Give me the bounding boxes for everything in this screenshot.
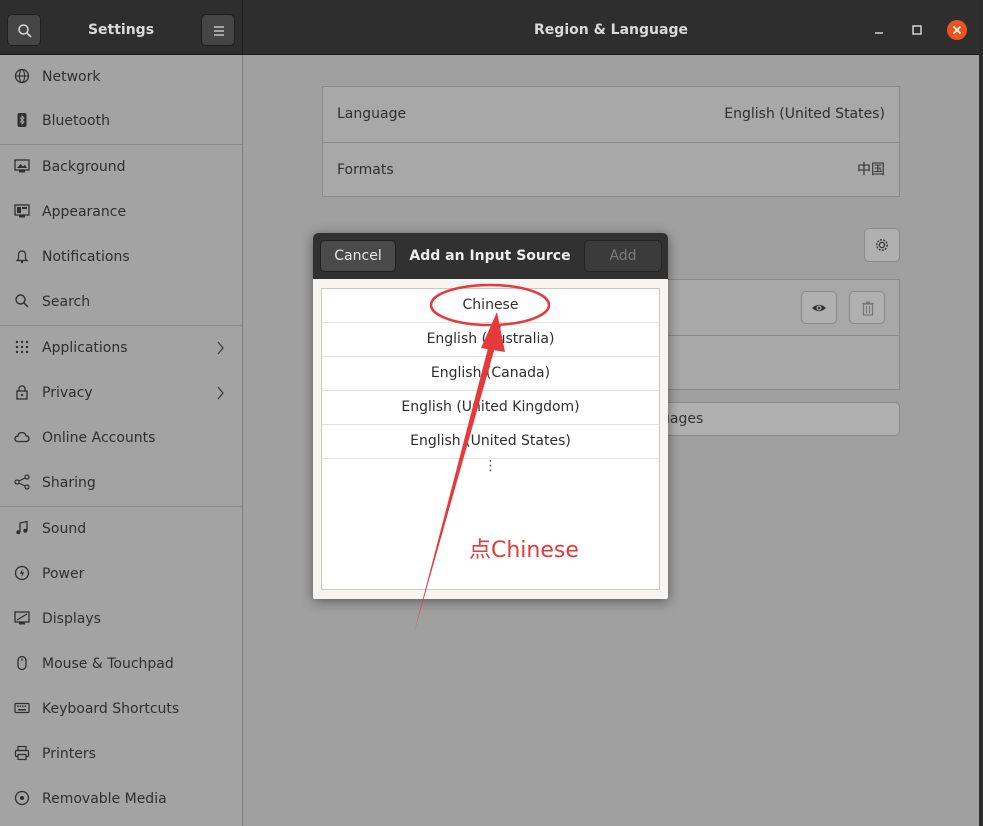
sidebar-item-appearance[interactable]: Appearance — [0, 190, 242, 234]
gear-icon — [876, 239, 888, 251]
sidebar: Network Bluetooth Background Appearance … — [0, 55, 243, 826]
remove-input-source-button[interactable] — [849, 291, 885, 324]
maximize-icon[interactable] — [909, 22, 925, 38]
sidebar-item-label: Appearance — [42, 204, 127, 220]
menu-icon — [214, 26, 224, 36]
network-icon — [14, 68, 30, 84]
sidebar-item-mouse-touchpad[interactable]: Mouse & Touchpad — [0, 642, 242, 686]
add-button[interactable]: Add — [584, 240, 662, 272]
eye-icon — [812, 304, 826, 312]
removable-media-icon — [14, 790, 30, 806]
search-button[interactable] — [7, 14, 41, 46]
printer-icon — [14, 745, 30, 761]
sidebar-item-label: Power — [42, 566, 85, 582]
settings-window: Settings Region & Language Network Bluet… — [0, 0, 979, 826]
header-bar: Settings Region & Language — [0, 0, 979, 55]
language-value: English (United States) — [724, 106, 885, 122]
close-button[interactable] — [947, 20, 967, 40]
sidebar-item-label: Online Accounts — [42, 430, 156, 446]
mouse-icon — [17, 655, 27, 671]
sidebar-item-printers[interactable]: Printers — [0, 732, 242, 776]
sidebar-item-power[interactable]: Power — [0, 552, 242, 596]
language-row[interactable]: Language English (United States) — [323, 87, 899, 142]
sidebar-item-background[interactable]: Background — [0, 145, 242, 189]
sidebar-item-label: Printers — [42, 746, 96, 762]
sidebar-item-privacy[interactable]: Privacy — [0, 371, 242, 415]
sidebar-item-label: Sound — [42, 521, 87, 537]
sidebar-item-label: Mouse & Touchpad — [42, 656, 174, 672]
sidebar-item-search[interactable]: Search — [0, 280, 242, 324]
formats-label: Formats — [337, 162, 394, 178]
search-icon — [18, 24, 32, 38]
sidebar-header: Settings — [0, 0, 243, 54]
display-icon — [14, 611, 30, 625]
sidebar-item-removable-media[interactable]: Removable Media — [0, 777, 242, 821]
sidebar-item-label: Network — [42, 69, 101, 85]
sidebar-item-notifications[interactable]: Notifications — [0, 235, 242, 279]
sidebar-item-network[interactable]: Network — [0, 55, 242, 99]
input-source-options-button[interactable] — [864, 228, 900, 262]
sidebar-item-label: Applications — [42, 340, 128, 356]
search-icon — [15, 294, 29, 308]
bluetooth-icon — [17, 113, 27, 127]
list-item-chinese[interactable]: Chinese — [322, 289, 659, 323]
language-label: Language — [337, 106, 407, 122]
sidebar-item-applications[interactable]: Applications — [0, 326, 242, 370]
dialog-title: Add an Input Source — [409, 248, 571, 264]
power-icon — [14, 565, 30, 581]
cancel-button[interactable]: Cancel — [320, 240, 396, 272]
sidebar-item-label: Bluetooth — [42, 113, 110, 129]
more-options-icon[interactable]: ⋮ — [322, 457, 659, 477]
trash-icon — [862, 301, 874, 316]
keyboard-icon — [14, 702, 30, 714]
sidebar-item-label: Notifications — [42, 249, 130, 265]
sidebar-item-keyboard-shortcuts[interactable]: Keyboard Shortcuts — [0, 687, 242, 731]
list-item-english-uk[interactable]: English (United Kingdom) — [322, 391, 659, 425]
chevron-right-icon — [217, 386, 224, 400]
dialog-header-bar: Cancel Add an Input Source Add — [313, 233, 668, 279]
minimize-icon[interactable] — [871, 22, 887, 38]
sidebar-item-label: Removable Media — [42, 791, 167, 807]
background-icon — [14, 159, 30, 173]
formats-value: 中国 — [857, 162, 885, 178]
grid-icon — [15, 340, 29, 354]
sidebar-item-label: Displays — [42, 611, 101, 627]
cloud-icon — [14, 431, 30, 443]
annotation-text: 点Chinese — [469, 538, 579, 563]
list-item-english-canada[interactable]: English (Canada) — [322, 357, 659, 391]
music-note-icon — [16, 520, 28, 535]
chevron-right-icon — [217, 341, 224, 355]
sidebar-item-sharing[interactable]: Sharing — [0, 461, 242, 505]
list-item-english-australia[interactable]: English (Australia) — [322, 323, 659, 357]
share-icon — [14, 474, 30, 490]
lock-icon — [16, 385, 28, 400]
formats-row[interactable]: Formats 中国 — [323, 143, 899, 198]
bell-icon — [15, 250, 29, 264]
sidebar-item-label: Search — [42, 294, 91, 310]
sidebar-item-displays[interactable]: Displays — [0, 597, 242, 641]
appearance-icon — [14, 204, 30, 218]
sidebar-item-online-accounts[interactable]: Online Accounts — [0, 416, 242, 460]
list-item-english-us[interactable]: English (United States) — [322, 425, 659, 459]
sidebar-item-label: Keyboard Shortcuts — [42, 701, 180, 717]
menu-button[interactable] — [201, 14, 235, 46]
sidebar-item-label: Background — [42, 159, 126, 175]
preview-button[interactable] — [801, 291, 837, 324]
sidebar-item-sound[interactable]: Sound — [0, 507, 242, 551]
app-title: Settings — [87, 22, 155, 38]
sidebar-item-bluetooth[interactable]: Bluetooth — [0, 99, 242, 143]
sidebar-item-label: Sharing — [42, 475, 96, 491]
language-formats-card: Language English (United States) Formats… — [322, 86, 900, 197]
panel-title: Region & Language — [534, 22, 688, 38]
sidebar-item-label: Privacy — [42, 385, 93, 401]
close-icon — [952, 25, 962, 35]
